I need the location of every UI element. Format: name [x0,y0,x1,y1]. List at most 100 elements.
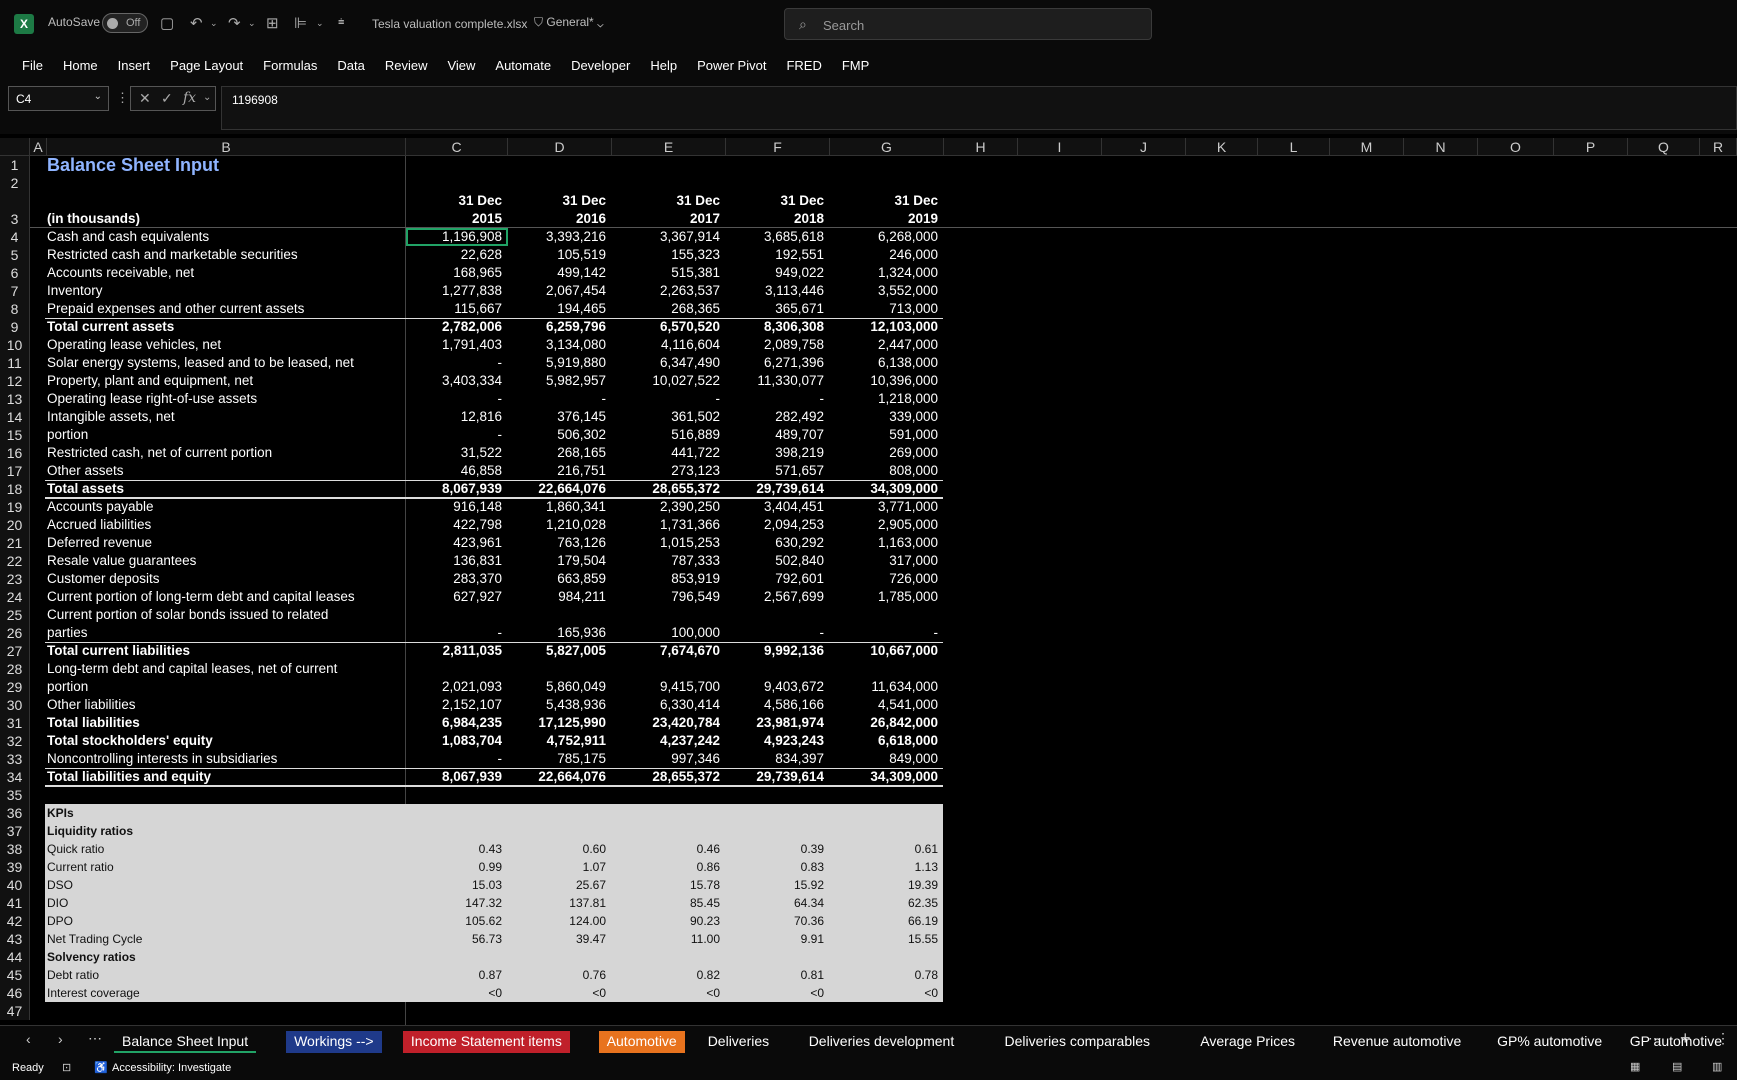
data-cell[interactable]: 7,674,670 [612,642,726,660]
data-cell[interactable]: 10,667,000 [830,642,944,660]
data-cell[interactable]: 713,000 [830,300,944,318]
column-header-h[interactable]: H [944,138,1018,156]
data-cell[interactable]: 726,000 [830,570,944,588]
tab-power-pivot[interactable]: Power Pivot [697,58,766,73]
data-cell[interactable]: 3,134,080 [508,336,612,354]
data-cell[interactable]: 15.55 [830,930,944,948]
row-header[interactable]: 22 [0,552,30,570]
data-cell[interactable]: 2,811,035 [406,642,508,660]
row-header[interactable]: 37 [0,822,30,840]
data-cell[interactable]: 0.76 [508,966,612,984]
macro-icon[interactable]: ⊡ [62,1061,71,1074]
more-sheets-icon[interactable]: ⋯ [88,1030,102,1047]
row-header[interactable]: 33 [0,750,30,768]
data-cell[interactable]: 216,751 [508,462,612,480]
data-cell[interactable]: 3,113,446 [726,282,830,300]
data-cell[interactable]: - [508,390,612,408]
data-cell[interactable]: 19.39 [830,876,944,894]
normal-view-icon[interactable]: ▦ [1630,1060,1640,1073]
data-cell[interactable]: 25.67 [508,876,612,894]
active-cell[interactable] [406,228,508,246]
data-cell[interactable]: 8,067,939 [406,768,508,786]
redo-dropdown-icon[interactable]: ⌄ [248,18,256,29]
data-cell[interactable]: 15.92 [726,876,830,894]
row-header[interactable]: 43 [0,930,30,948]
data-cell[interactable]: 155,323 [612,246,726,264]
redo-icon[interactable]: ↷ [228,14,241,32]
data-cell[interactable]: 62.35 [830,894,944,912]
data-cell[interactable]: 398,219 [726,444,830,462]
data-cell[interactable]: 115,667 [406,300,508,318]
data-cell[interactable]: 11,634,000 [830,678,944,696]
tab-fmp[interactable]: FMP [842,58,869,73]
data-cell[interactable]: 2,021,093 [406,678,508,696]
row-header[interactable]: 40 [0,876,30,894]
data-cell[interactable]: - [406,426,508,444]
row-header[interactable]: 11 [0,354,30,372]
data-cell[interactable]: 34,309,000 [830,768,944,786]
row-header[interactable]: 39 [0,858,30,876]
data-cell[interactable]: 22,664,076 [508,768,612,786]
chevron-down-icon[interactable]: ⌄ [203,92,211,103]
data-cell[interactable]: 5,919,880 [508,354,612,372]
data-cell[interactable]: 66.19 [830,912,944,930]
column-header-r[interactable]: R [1700,138,1737,156]
row-header[interactable]: 35 [0,786,30,804]
tab-fred[interactable]: FRED [786,58,821,73]
data-cell[interactable]: 12,103,000 [830,318,944,336]
data-cell[interactable]: 3,403,334 [406,372,508,390]
data-cell[interactable]: 785,175 [508,750,612,768]
data-cell[interactable]: 630,292 [726,534,830,552]
column-header-q[interactable]: Q [1628,138,1700,156]
borders-icon[interactable]: ⊞ [266,14,279,32]
column-header-j[interactable]: J [1102,138,1186,156]
data-cell[interactable]: 571,657 [726,462,830,480]
data-cell[interactable]: 9,415,700 [612,678,726,696]
tab-home[interactable]: Home [63,58,98,73]
data-cell[interactable]: 2,089,758 [726,336,830,354]
row-header[interactable]: 7 [0,282,30,300]
row-header[interactable]: 45 [0,966,30,984]
data-cell[interactable]: 100,000 [612,624,726,642]
row-header[interactable]: 5 [0,246,30,264]
sheet-tab[interactable]: Revenue automotive [1325,1031,1469,1053]
data-cell[interactable]: 5,982,957 [508,372,612,390]
data-cell[interactable]: 9.91 [726,930,830,948]
data-cell[interactable]: 246,000 [830,246,944,264]
search-box[interactable]: ⌕ Search [784,8,1152,40]
data-cell[interactable]: 85.45 [612,894,726,912]
data-cell[interactable]: 1,324,000 [830,264,944,282]
row-header[interactable]: 29 [0,678,30,696]
data-cell[interactable]: 282,492 [726,408,830,426]
tab-file[interactable]: File [22,58,43,73]
data-cell[interactable]: <0 [508,984,612,1002]
column-header-o[interactable]: O [1478,138,1554,156]
data-cell[interactable]: 70.36 [726,912,830,930]
data-cell[interactable]: 8,306,308 [726,318,830,336]
data-cell[interactable]: 916,148 [406,498,508,516]
data-cell[interactable]: 3,404,451 [726,498,830,516]
data-cell[interactable]: 6,330,414 [612,696,726,714]
tab-insert[interactable]: Insert [118,58,151,73]
data-cell[interactable]: 4,541,000 [830,696,944,714]
data-cell[interactable]: 2,447,000 [830,336,944,354]
row-header[interactable]: 47 [0,1002,30,1020]
row-header[interactable]: 28 [0,660,30,678]
column-header-b[interactable]: B [47,138,406,156]
row-header[interactable]: 15 [0,426,30,444]
data-cell[interactable]: 22,664,076 [508,480,612,498]
data-cell[interactable]: 39.47 [508,930,612,948]
data-cell[interactable]: 834,397 [726,750,830,768]
data-cell[interactable]: 90.23 [612,912,726,930]
row-header[interactable]: 19 [0,498,30,516]
data-cell[interactable]: 763,126 [508,534,612,552]
data-cell[interactable]: 6,138,000 [830,354,944,372]
column-header-f[interactable]: F [726,138,830,156]
tab-review[interactable]: Review [385,58,428,73]
column-header-l[interactable]: L [1258,138,1330,156]
data-cell[interactable]: 2,782,006 [406,318,508,336]
sheet-tab[interactable]: Automotive [598,1031,685,1053]
data-cell[interactable]: 124.00 [508,912,612,930]
row-header[interactable]: 13 [0,390,30,408]
page-break-icon[interactable]: ▥ [1712,1060,1722,1073]
